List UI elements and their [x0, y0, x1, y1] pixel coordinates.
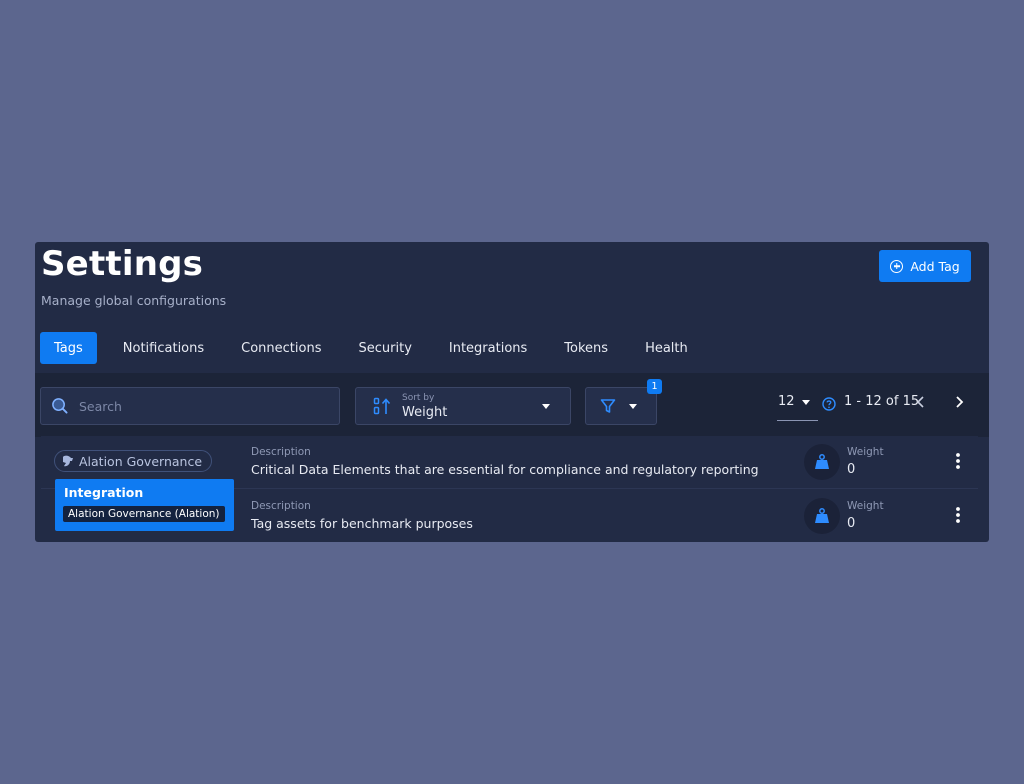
integration-tooltip: Integration Alation Governance (Alation): [55, 479, 234, 531]
tab-integrations[interactable]: Integrations: [431, 332, 545, 364]
weight-icon: [815, 508, 829, 523]
tab-health[interactable]: Health: [627, 332, 706, 364]
add-tag-button[interactable]: Add Tag: [879, 250, 971, 282]
search-icon: [52, 398, 68, 414]
filter-icon: [600, 399, 616, 413]
tab-security[interactable]: Security: [341, 332, 430, 364]
tab-notifications[interactable]: Notifications: [105, 332, 222, 364]
search-input[interactable]: Search: [40, 387, 340, 425]
chevron-right-icon[interactable]: [952, 394, 966, 410]
settings-tabs: Tags Notifications Connections Security …: [40, 332, 707, 364]
weight-value: 0: [847, 516, 856, 531]
kebab-menu-icon[interactable]: [951, 450, 965, 472]
filter-count-badge: 1: [647, 379, 662, 394]
tags-toolbar: Search Sort by Weight 1 12 1 - 12 of 15: [35, 373, 989, 437]
tooltip-title: Integration: [64, 485, 144, 500]
sort-by-label: Sort by: [402, 393, 435, 403]
weight-badge: [804, 444, 840, 480]
integration-chip-label: Alation Governance: [79, 453, 203, 469]
plus-circle-icon: [890, 259, 904, 273]
weight-icon: [815, 454, 829, 469]
tab-tokens[interactable]: Tokens: [546, 332, 626, 364]
add-tag-label: Add Tag: [910, 258, 960, 274]
per-page-select[interactable]: 12: [778, 394, 795, 409]
integration-chip[interactable]: Alation Governance: [54, 450, 213, 472]
chevron-down-icon: [629, 404, 637, 409]
description-text: Critical Data Elements that are essentia…: [251, 462, 759, 477]
search-placeholder: Search: [79, 399, 122, 414]
weight-label: Weight: [847, 446, 884, 458]
pagination-range: 1 - 12 of 15: [844, 394, 920, 409]
tooltip-subtitle: Alation Governance (Alation): [63, 506, 225, 522]
tab-connections[interactable]: Connections: [223, 332, 339, 364]
settings-panel: Settings Manage global configurations Ad…: [35, 242, 989, 542]
weight-value: 0: [847, 462, 856, 477]
page-title: Settings: [41, 244, 204, 284]
description-text: Tag assets for benchmark purposes: [251, 516, 473, 531]
per-page-underline: [777, 420, 818, 421]
chevron-down-icon: [542, 404, 550, 409]
page-subtitle: Manage global configurations: [41, 293, 227, 308]
sort-icon: [373, 397, 391, 415]
help-icon[interactable]: [822, 397, 836, 411]
chevron-left-icon[interactable]: [914, 394, 928, 410]
weight-badge: [804, 498, 840, 534]
description-label: Description: [251, 500, 311, 512]
weight-label: Weight: [847, 500, 884, 512]
integration-icon: [63, 455, 73, 467]
sort-value: Weight: [402, 405, 448, 420]
sort-select[interactable]: Sort by Weight: [355, 387, 571, 425]
kebab-menu-icon[interactable]: [951, 504, 965, 526]
chevron-down-icon[interactable]: [802, 400, 810, 405]
filter-button[interactable]: [585, 387, 657, 425]
tab-tags[interactable]: Tags: [40, 332, 97, 364]
description-label: Description: [251, 446, 311, 458]
